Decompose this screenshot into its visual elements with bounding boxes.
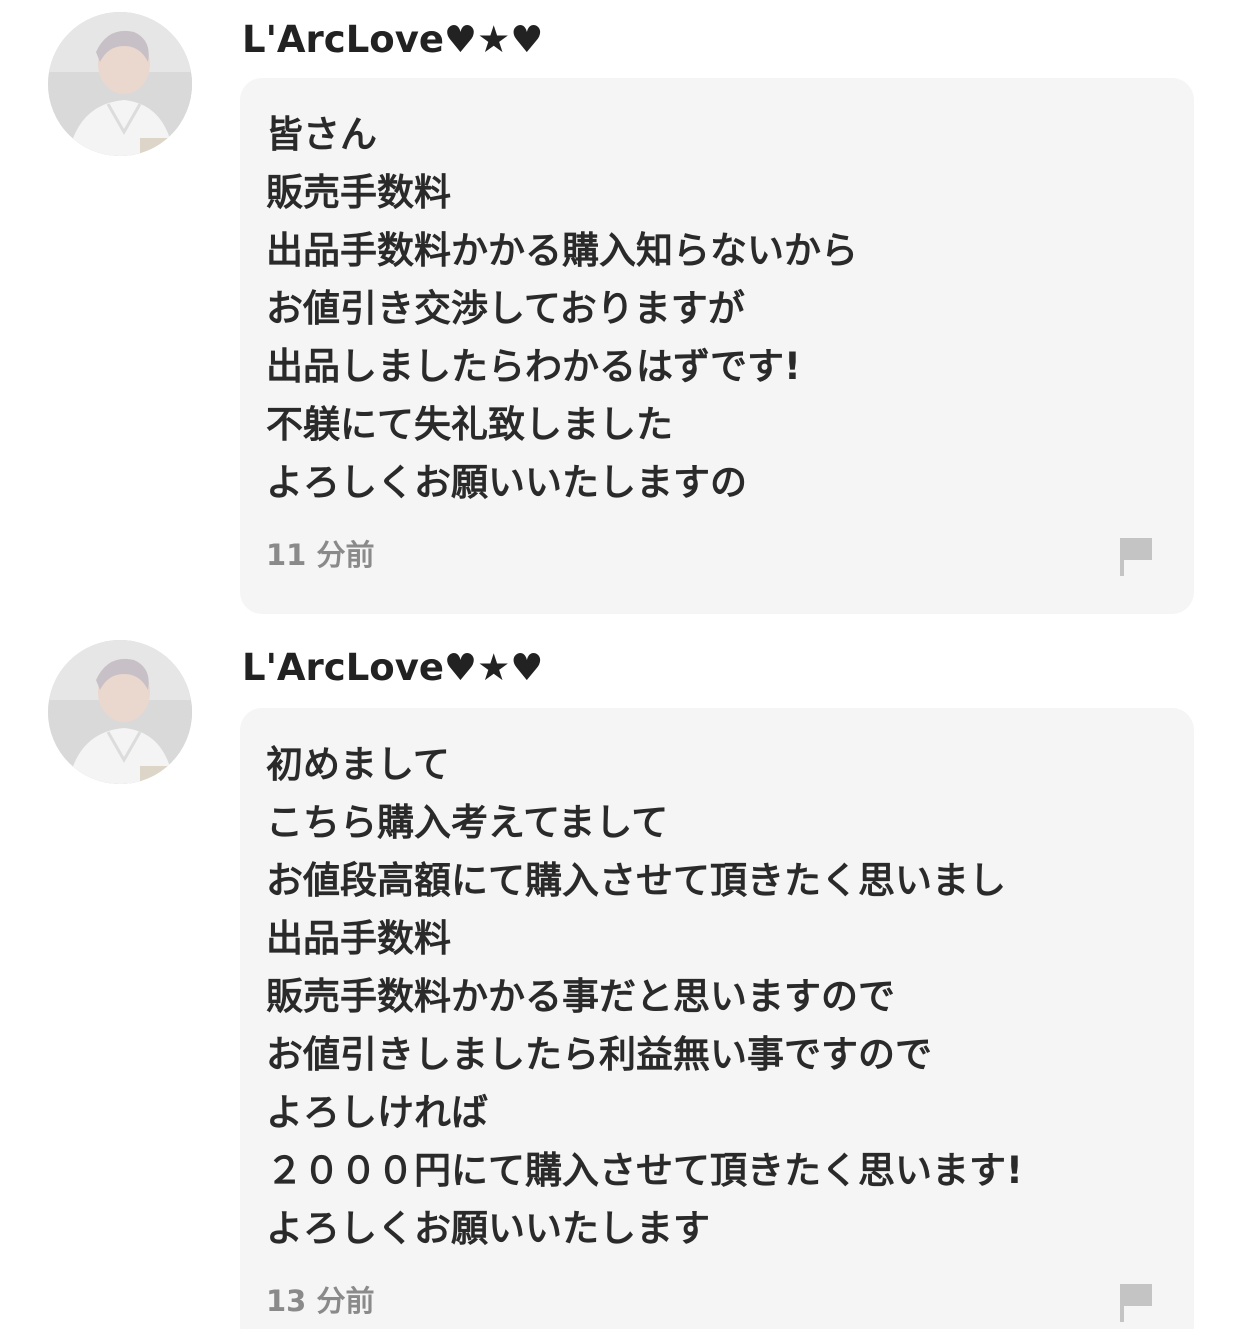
- comment-line: よろしくお願いいたします: [266, 1207, 710, 1250]
- comment-line: よろしければ: [266, 1091, 488, 1134]
- user-avatar[interactable]: [48, 12, 192, 156]
- comment-line: 不躾にて失礼致しました: [266, 403, 673, 446]
- comment-timestamp: 11 分前: [266, 538, 375, 572]
- username[interactable]: L'ArcLove♥★♥: [242, 646, 543, 690]
- comment-line: よろしくお願いいたしますの: [266, 461, 747, 504]
- avatar-photo-icon: [48, 12, 192, 156]
- comment-line: ２０００円にて購入させて頂きたく思います!: [266, 1149, 1023, 1192]
- comment-item: L'ArcLove♥★♥ 皆さん 販売手数料 出品手数料かかる購入知らないから …: [0, 0, 1242, 620]
- comment-line: 出品手数料かかる購入知らないから: [266, 229, 858, 272]
- comment-line: こちら購入考えてまして: [266, 801, 669, 844]
- avatar-photo-icon: [48, 640, 192, 784]
- comment-line: お値引きしましたら利益無い事ですので: [266, 1033, 932, 1076]
- username[interactable]: L'ArcLove♥★♥: [242, 18, 543, 62]
- comment-text: 皆さん 販売手数料 出品手数料かかる購入知らないから お値引き交渉しておりますが…: [266, 106, 858, 512]
- comment-line: 皆さん: [266, 113, 377, 156]
- comment-timestamp: 13 分前: [266, 1284, 375, 1318]
- user-avatar[interactable]: [48, 640, 192, 784]
- comment-line: 初めまして: [266, 743, 450, 786]
- comment-bubble: 皆さん 販売手数料 出品手数料かかる購入知らないから お値引き交渉しておりますが…: [240, 78, 1194, 614]
- flag-icon[interactable]: [1116, 1280, 1156, 1324]
- comment-item: L'ArcLove♥★♥ 初めまして こちら購入考えてまして お値段高額にて購入…: [0, 630, 1242, 1329]
- comment-line: 販売手数料: [266, 171, 451, 214]
- comment-line: 出品しましたらわかるはずです!: [266, 345, 801, 388]
- comment-bubble: 初めまして こちら購入考えてまして お値段高額にて購入させて頂きたく思いまし 出…: [240, 708, 1194, 1329]
- comment-line: お値段高額にて購入させて頂きたく思いまし: [266, 859, 1006, 902]
- flag-icon[interactable]: [1116, 534, 1156, 578]
- comment-line: 出品手数料: [266, 917, 451, 960]
- comment-text: 初めまして こちら購入考えてまして お値段高額にて購入させて頂きたく思いまし 出…: [266, 736, 1023, 1258]
- comment-line: お値引き交渉しておりますが: [266, 287, 745, 330]
- comment-line: 販売手数料かかる事だと思いますので: [266, 975, 895, 1018]
